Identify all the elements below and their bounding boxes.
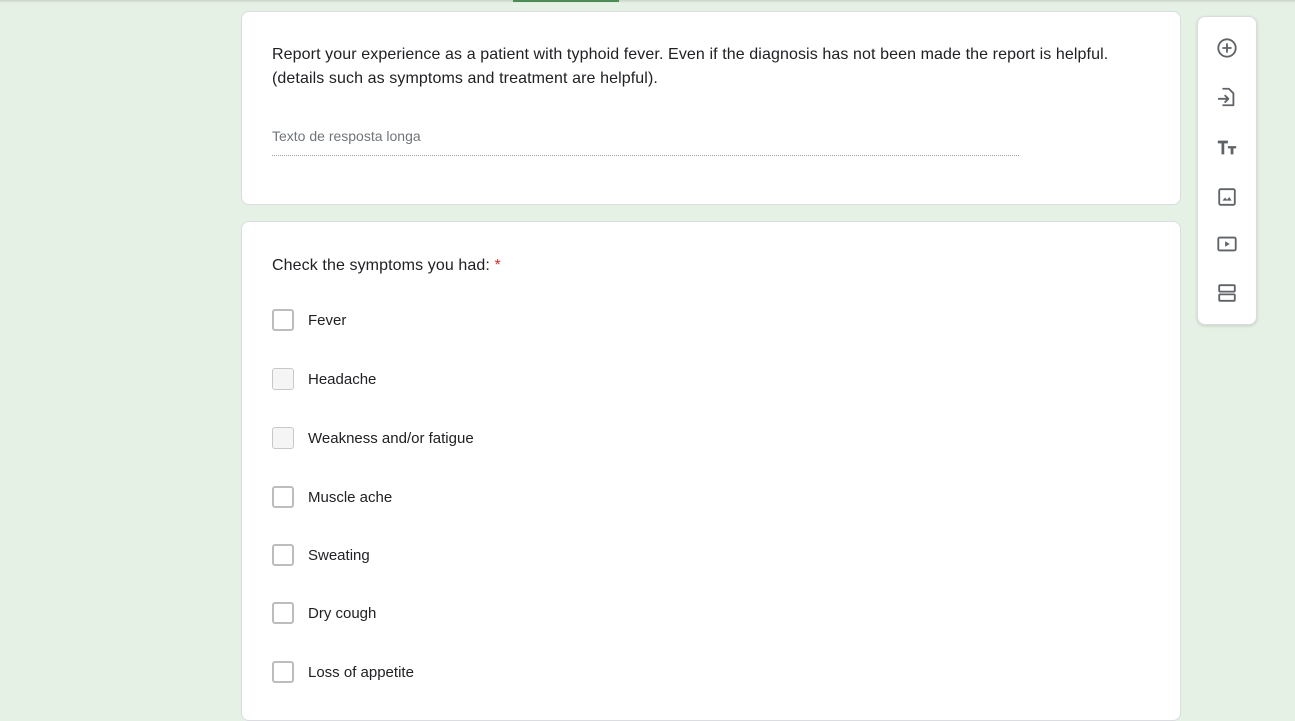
checkbox-option[interactable]: Dry cough xyxy=(272,601,376,625)
option-label: Muscle ache xyxy=(308,488,393,506)
floating-toolbar xyxy=(1197,16,1257,325)
long-answer-placeholder: Texto de resposta longa xyxy=(272,125,1019,156)
option-label: Loss of appetite xyxy=(308,663,414,681)
question-title: Report your experience as a patient with… xyxy=(272,46,1109,87)
required-star: * xyxy=(494,257,501,274)
checkbox-option[interactable]: Sweating xyxy=(272,543,370,567)
checkbox[interactable] xyxy=(272,544,294,566)
option-label: Sweating xyxy=(308,546,370,564)
option-label: Weakness and/or fatigue xyxy=(308,429,474,447)
checkbox-option[interactable]: Weakness and/or fatigue xyxy=(272,426,474,450)
add-question-button[interactable] xyxy=(1210,31,1244,65)
active-tab-indicator xyxy=(513,0,619,2)
checkbox-option[interactable]: Fever xyxy=(272,308,346,332)
add-section-button[interactable] xyxy=(1210,276,1244,310)
option-label: Headache xyxy=(308,370,377,388)
add-circle-icon xyxy=(1217,38,1237,58)
checkbox[interactable] xyxy=(272,486,294,508)
add-video-button[interactable] xyxy=(1210,227,1244,261)
checkbox[interactable] xyxy=(272,368,294,390)
checkbox[interactable] xyxy=(272,602,294,624)
checkbox[interactable] xyxy=(272,661,294,683)
video-icon xyxy=(1217,236,1237,252)
top-shadow xyxy=(0,0,1295,3)
add-image-button[interactable] xyxy=(1210,180,1244,214)
checkbox-option[interactable]: Headache xyxy=(272,367,376,391)
question-card-paragraph[interactable]: Report your experience as a patient with… xyxy=(241,11,1181,205)
add-title-button[interactable] xyxy=(1210,130,1244,164)
question-title-text: Check the symptoms you had: xyxy=(272,257,495,274)
image-icon xyxy=(1218,188,1236,206)
checkbox-option[interactable]: Muscle ache xyxy=(272,485,392,509)
option-label: Fever xyxy=(308,311,347,329)
question-title: Check the symptoms you had: * xyxy=(272,254,501,278)
question-card-checkboxes[interactable]: Check the symptoms you had: * Fever Head… xyxy=(241,221,1181,721)
import-questions-button[interactable] xyxy=(1210,80,1244,114)
title-text-icon xyxy=(1217,140,1237,155)
checkbox-option[interactable]: Loss of appetite xyxy=(272,660,414,684)
import-questions-icon xyxy=(1217,87,1235,107)
option-label: Dry cough xyxy=(308,604,377,622)
checkbox[interactable] xyxy=(272,309,294,331)
section-icon xyxy=(1218,284,1236,302)
checkbox[interactable] xyxy=(272,427,294,449)
